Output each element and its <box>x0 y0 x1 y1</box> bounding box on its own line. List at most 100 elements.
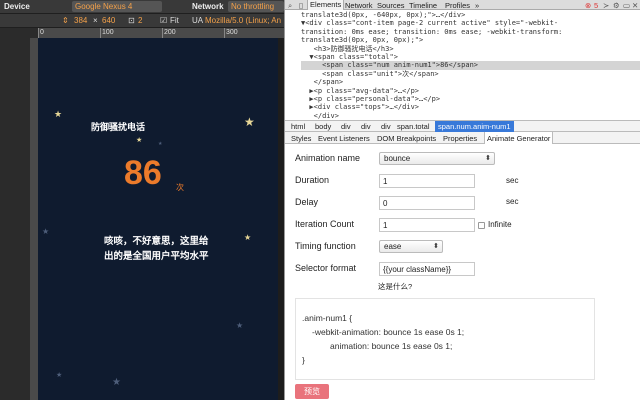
star-icon: ★ <box>56 372 63 379</box>
count-unit: 次 <box>176 183 184 192</box>
star-icon: ★ <box>244 233 252 242</box>
duration-unit: sec <box>506 176 519 185</box>
star-icon: ★ <box>42 227 50 236</box>
dom-line[interactable]: ▼<div class="cont-item page-2 current ac… <box>301 19 640 27</box>
ruler-tick: 0 <box>40 29 44 36</box>
tab-sources[interactable]: Sources <box>377 1 405 10</box>
tab-dom-breakpoints[interactable]: DOM Breakpoints <box>377 134 436 143</box>
select-arrows-icon: ⬍ <box>485 155 491 162</box>
tab-elements[interactable]: Elements <box>307 0 345 10</box>
code-line: -webkit-animation: bounce 1s ease 0s 1; <box>312 327 465 337</box>
devtools-tab-bar: ⌕ ▯ Elements Network Sources Timeline Pr… <box>285 0 640 10</box>
device-emulation-panel: Device Google Nexus 4 Network No throttl… <box>0 0 284 400</box>
ua-label: UA <box>192 16 204 25</box>
animation-name-select[interactable]: bounce ⬍ <box>379 152 495 165</box>
emulation-resolution-bar: ⇕ 384 × 640 ⊡ 2 ☑ Fit UA Mozilla/5.0 (Li… <box>0 14 284 28</box>
ua-value[interactable]: Mozilla/5.0 (Linux; An <box>205 16 284 25</box>
dpr-icon: ⊡ <box>128 16 135 25</box>
network-select[interactable]: No throttling <box>228 1 284 12</box>
delay-input[interactable]: 0 <box>379 196 475 210</box>
ruler-tick: 300 <box>226 29 238 36</box>
iteration-count-input[interactable]: 1 <box>379 218 475 232</box>
star-icon: ★ <box>54 109 63 119</box>
tab-profiles[interactable]: Profiles <box>445 1 470 10</box>
ruler-tick: 200 <box>164 29 176 36</box>
dom-line[interactable]: </div> <box>301 112 640 120</box>
horizontal-ruler: 0 100 200 300 <box>38 28 284 38</box>
tab-event-listeners[interactable]: Event Listeners <box>318 134 370 143</box>
tab-animate-generator[interactable]: Animate Generator <box>484 132 554 144</box>
breadcrumb-item[interactable]: div <box>381 122 391 131</box>
more-tabs-button[interactable]: » <box>475 1 479 10</box>
dom-line[interactable]: ▶<p class="avg-data">…</p> <box>301 87 640 95</box>
iteration-count-label: Iteration Count <box>295 219 355 229</box>
preview-button[interactable]: 预览 <box>295 384 329 399</box>
help-link[interactable]: 这是什么? <box>378 281 412 292</box>
settings-icon[interactable]: ⚙ <box>613 1 620 10</box>
infinite-checkbox[interactable] <box>478 222 485 229</box>
dom-line[interactable]: </span> <box>301 78 640 86</box>
device-mode-icon[interactable]: ▯ <box>299 1 303 10</box>
fit-label: Fit <box>170 16 179 25</box>
code-line: animation: bounce 1s ease 0s 1; <box>330 341 453 351</box>
dom-line-selected[interactable]: <span class="num anim-num1">86</span> <box>301 61 640 70</box>
network-label: Network <box>192 2 224 11</box>
code-line: } <box>302 355 305 365</box>
dom-line[interactable]: <h3>防御骚扰电话</h3> <box>301 45 640 53</box>
dom-line[interactable]: ▼<span class="total"> <box>301 53 640 61</box>
height-value[interactable]: 640 <box>102 16 115 25</box>
breadcrumb-item[interactable]: body <box>315 122 331 131</box>
error-icon[interactable]: ⊗ <box>585 1 591 10</box>
dom-line[interactable]: translate3d(0px, 0px, 0px);"> <box>301 36 640 44</box>
dom-line[interactable]: ▶<p class="personal-data">…</p> <box>301 95 640 103</box>
animation-name-value: bounce <box>384 154 411 163</box>
timing-function-value: ease <box>384 242 402 251</box>
selector-format-input[interactable]: {{your className}} <box>379 262 475 276</box>
select-arrows-icon: ⬍ <box>433 243 439 250</box>
fit-checkbox[interactable]: ☑ <box>160 16 167 25</box>
selector-format-label: Selector format <box>295 263 357 273</box>
times-sign: × <box>93 16 98 25</box>
breadcrumb-item[interactable]: span.total <box>397 122 430 131</box>
star-icon: ★ <box>236 321 244 330</box>
sidebar-pane-tabs: Styles Event Listeners DOM Breakpoints P… <box>285 132 640 144</box>
animate-generator-pane: Animation name bounce ⬍ Duration 1 sec D… <box>285 144 640 400</box>
emulation-toolbar: Device Google Nexus 4 Network No throttl… <box>0 0 284 14</box>
infinite-label: Infinite <box>488 220 512 229</box>
dpr-value[interactable]: 2 <box>138 16 142 25</box>
star-icon: ★ <box>112 377 121 388</box>
tab-network[interactable]: Network <box>345 1 373 10</box>
breadcrumb-item[interactable]: div <box>361 122 371 131</box>
dom-line[interactable]: <span class="unit">次</span> <box>301 70 640 78</box>
dom-line[interactable]: transition: 0ms ease; transition: 0ms ea… <box>301 28 640 36</box>
timing-function-select[interactable]: ease ⬍ <box>379 240 443 253</box>
breadcrumb-item-selected[interactable]: span.num.anim-num1 <box>435 121 514 132</box>
device-screen[interactable]: ★ ★ ★ ★ ★ ★ ★ ★ ★ 防御骚扰电话 86 次 咳咳，不好意思，这里… <box>38 38 278 400</box>
dom-line[interactable]: translate3d(0px, -640px, 0px);">…</div> <box>301 11 640 19</box>
device-select[interactable]: Google Nexus 4 <box>72 1 162 12</box>
count-number: 86 <box>124 154 162 192</box>
close-icon[interactable]: ✕ <box>632 1 638 10</box>
breadcrumb: html body div div div span.total span.nu… <box>285 120 640 132</box>
duration-input[interactable]: 1 <box>379 174 475 188</box>
tab-properties[interactable]: Properties <box>443 134 477 143</box>
delay-unit: sec <box>506 197 519 206</box>
page-title: 防御骚扰电话 <box>90 122 145 132</box>
animation-name-label: Animation name <box>295 153 361 163</box>
star-icon: ★ <box>244 115 255 129</box>
generated-css-output[interactable]: .anim-num1 { -webkit-animation: bounce 1… <box>295 298 595 380</box>
page-description: 咳咳，不好意思，这里给出的是全国用户平均水平 <box>104 236 209 262</box>
breadcrumb-item[interactable]: html <box>291 122 305 131</box>
dock-icon[interactable]: ▭ <box>623 1 630 10</box>
console-drawer-icon[interactable]: ≻ <box>603 1 609 10</box>
device-label: Device <box>4 2 30 11</box>
tab-styles[interactable]: Styles <box>291 134 311 143</box>
width-value[interactable]: 384 <box>74 16 87 25</box>
vertical-ruler <box>30 38 38 400</box>
dom-tree[interactable]: translate3d(0px, -640px, 0px);">…</div> … <box>285 10 640 120</box>
ruler-tick: 100 <box>102 29 114 36</box>
code-line: .anim-num1 { <box>302 313 353 323</box>
dom-line[interactable]: ▶<div class="tops">…</div> <box>301 103 640 111</box>
breadcrumb-item[interactable]: div <box>341 122 351 131</box>
tab-timeline[interactable]: Timeline <box>409 1 437 10</box>
